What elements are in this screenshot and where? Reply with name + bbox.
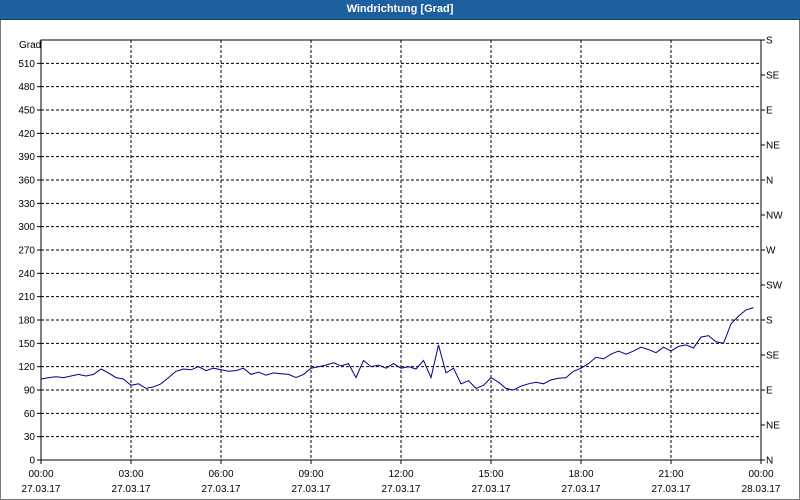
y-tick-label-12: 360 <box>18 176 35 187</box>
x-tick-date-5: 27.03.17 <box>472 484 511 495</box>
y-tick-label-0: 0 <box>29 456 35 467</box>
y-tick-label-4: 120 <box>18 362 35 373</box>
right-tick-label-5: SW <box>766 281 783 292</box>
x-tick-time-0: 00:00 <box>28 469 53 480</box>
y-tick-label-8: 240 <box>18 269 35 280</box>
x-tick-date-8: 28.03.17 <box>742 484 781 495</box>
right-tick-label-4: S <box>766 316 773 327</box>
x-tick-date-2: 27.03.17 <box>202 484 241 495</box>
right-tick-label-8: N <box>766 176 773 187</box>
x-tick-time-2: 06:00 <box>208 469 233 480</box>
x-tick-date-0: 27.03.17 <box>22 484 61 495</box>
x-tick-time-7: 21:00 <box>658 469 683 480</box>
x-tick-time-1: 03:00 <box>118 469 143 480</box>
right-axis: N NE E SE S SW W NW N NE E SE S <box>761 36 783 467</box>
y-tick-label-7: 210 <box>18 292 35 303</box>
x-tick-time-5: 15:00 <box>478 469 503 480</box>
y-tick-label-14: 420 <box>18 129 35 140</box>
y-tick-label-6: 180 <box>18 316 35 327</box>
right-tick-label-7: NW <box>766 211 783 222</box>
right-tick-label-10: E <box>766 106 773 117</box>
x-axis: 00:00 27.03.17 03:00 27.03.17 06:00 27.03.17 0… <box>22 460 781 495</box>
right-tick-label-9: NE <box>766 141 780 152</box>
y-tick-label-16: 480 <box>18 82 35 93</box>
x-tick-time-4: 12:00 <box>388 469 413 480</box>
y-tick-label-2: 60 <box>24 409 36 420</box>
line-chart: 0 30 60 90 120 150 180 210 240 270 300 330 360 390 420… <box>18 36 783 496</box>
y-tick-label-11: 330 <box>18 199 35 210</box>
x-tick-date-4: 27.03.17 <box>382 484 421 495</box>
x-tick-time-8: 00:00 <box>748 469 773 480</box>
grid-lines <box>41 40 761 460</box>
y-tick-label-9: 270 <box>18 246 35 257</box>
y-tick-label-17: 510 <box>18 59 35 70</box>
x-tick-date-1: 27.03.17 <box>112 484 151 495</box>
y-tick-label-10: 300 <box>18 222 35 233</box>
x-tick-date-3: 27.03.17 <box>292 484 331 495</box>
chart-area: 0 30 60 90 120 150 180 210 240 270 300 330 360 390 420… <box>0 20 800 500</box>
right-tick-label-6: W <box>766 246 776 257</box>
y-axis-label: Grad <box>19 40 41 51</box>
chart-title: Windrichtung [Grad] <box>0 0 800 20</box>
y-tick-label-15: 450 <box>18 106 35 117</box>
y-tick-label-5: 150 <box>18 339 35 350</box>
right-tick-label-0: N <box>766 456 773 467</box>
right-tick-label-1: NE <box>766 421 780 432</box>
x-tick-date-6: 27.03.17 <box>562 484 601 495</box>
y-tick-label-13: 390 <box>18 152 35 163</box>
x-tick-time-6: 18:00 <box>568 469 593 480</box>
right-tick-label-2: E <box>766 386 773 397</box>
y-tick-label-3: 90 <box>24 386 36 397</box>
y-tick-label-1: 30 <box>24 432 36 443</box>
right-tick-label-3: SE <box>766 351 780 362</box>
right-tick-label-12: S <box>766 36 773 47</box>
y-axis: 0 30 60 90 120 150 180 210 240 270 300 330 360 390 420… <box>18 59 41 467</box>
x-tick-date-7: 27.03.17 <box>652 484 691 495</box>
x-tick-time-3: 09:00 <box>298 469 323 480</box>
right-tick-label-11: SE <box>766 71 780 82</box>
